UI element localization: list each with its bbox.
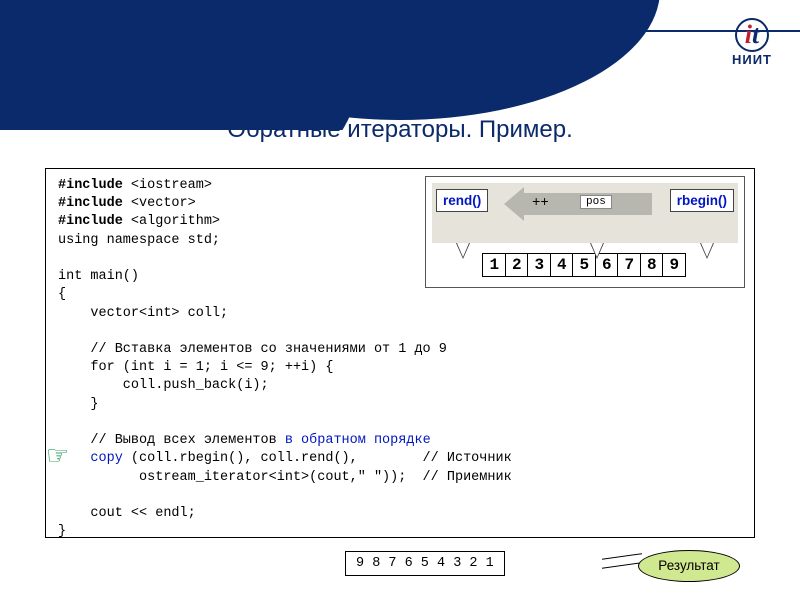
code-text: ostream_iterator<int>(cout," ")); // При… <box>58 470 512 485</box>
code-text: } <box>58 524 66 539</box>
callout-connector <box>602 553 642 569</box>
code-comment: // Вывод всех элементов <box>58 433 285 448</box>
slide-title: Обратные итераторы. Пример. <box>0 116 800 144</box>
code-text: for (int i = 1; i <= 9; ++i) { <box>58 360 333 375</box>
keyword: #include <box>58 178 123 193</box>
cell: 1 <box>482 253 506 277</box>
keyword: #include <box>58 214 123 229</box>
code-text: <algorithm> <box>123 214 220 229</box>
rbegin-label: rbegin() <box>670 189 734 212</box>
code-text: cout << endl; <box>58 506 196 521</box>
code-text: <vector> <box>123 196 196 211</box>
cell: 9 <box>662 253 686 277</box>
code-text: <iostream> <box>123 178 212 193</box>
pointer-icon <box>591 243 603 257</box>
logo-mark: it <box>732 18 772 52</box>
arrow-left-icon <box>504 187 524 221</box>
increment-label: ++ <box>532 195 549 211</box>
code-text: using namespace std; <box>58 233 220 248</box>
pointer-icon <box>701 243 713 257</box>
pointer-icon <box>457 243 469 257</box>
cell: 8 <box>640 253 664 277</box>
pos-label: pos <box>580 195 612 209</box>
keyword: #include <box>58 196 123 211</box>
output-box: 9 8 7 6 5 4 3 2 1 <box>345 551 505 576</box>
header-banner <box>0 0 800 130</box>
diagram-top-row: rend() ++ pos rbegin() <box>432 183 738 243</box>
result-badge: Результат <box>638 550 740 582</box>
logo-ring-icon: it <box>735 18 769 52</box>
code-text: coll.push_back(i); <box>58 378 269 393</box>
code-text: vector<int> coll; <box>58 306 228 321</box>
code-emphasis: в обратном порядке <box>285 433 431 448</box>
rend-label: rend() <box>436 189 488 212</box>
code-text: { <box>58 287 66 302</box>
cell: 2 <box>505 253 529 277</box>
code-comment: // Вставка элементов со значениями от 1 … <box>58 342 447 357</box>
logo-text: НИИТ <box>732 52 772 67</box>
code-text: int main() <box>58 269 139 284</box>
code-text: } <box>58 397 99 412</box>
cell: 3 <box>527 253 551 277</box>
cell: 7 <box>617 253 641 277</box>
code-text: (coll.rbegin(), coll.rend(), // Источник <box>123 451 512 466</box>
logo: it НИИТ <box>732 18 772 67</box>
cells-row: 1 2 3 4 5 6 7 8 9 <box>432 243 738 281</box>
iterator-diagram: rend() ++ pos rbegin() 1 2 3 4 5 6 7 8 9 <box>425 176 745 288</box>
hand-icon: ☞ <box>46 440 69 471</box>
cell: 4 <box>550 253 574 277</box>
